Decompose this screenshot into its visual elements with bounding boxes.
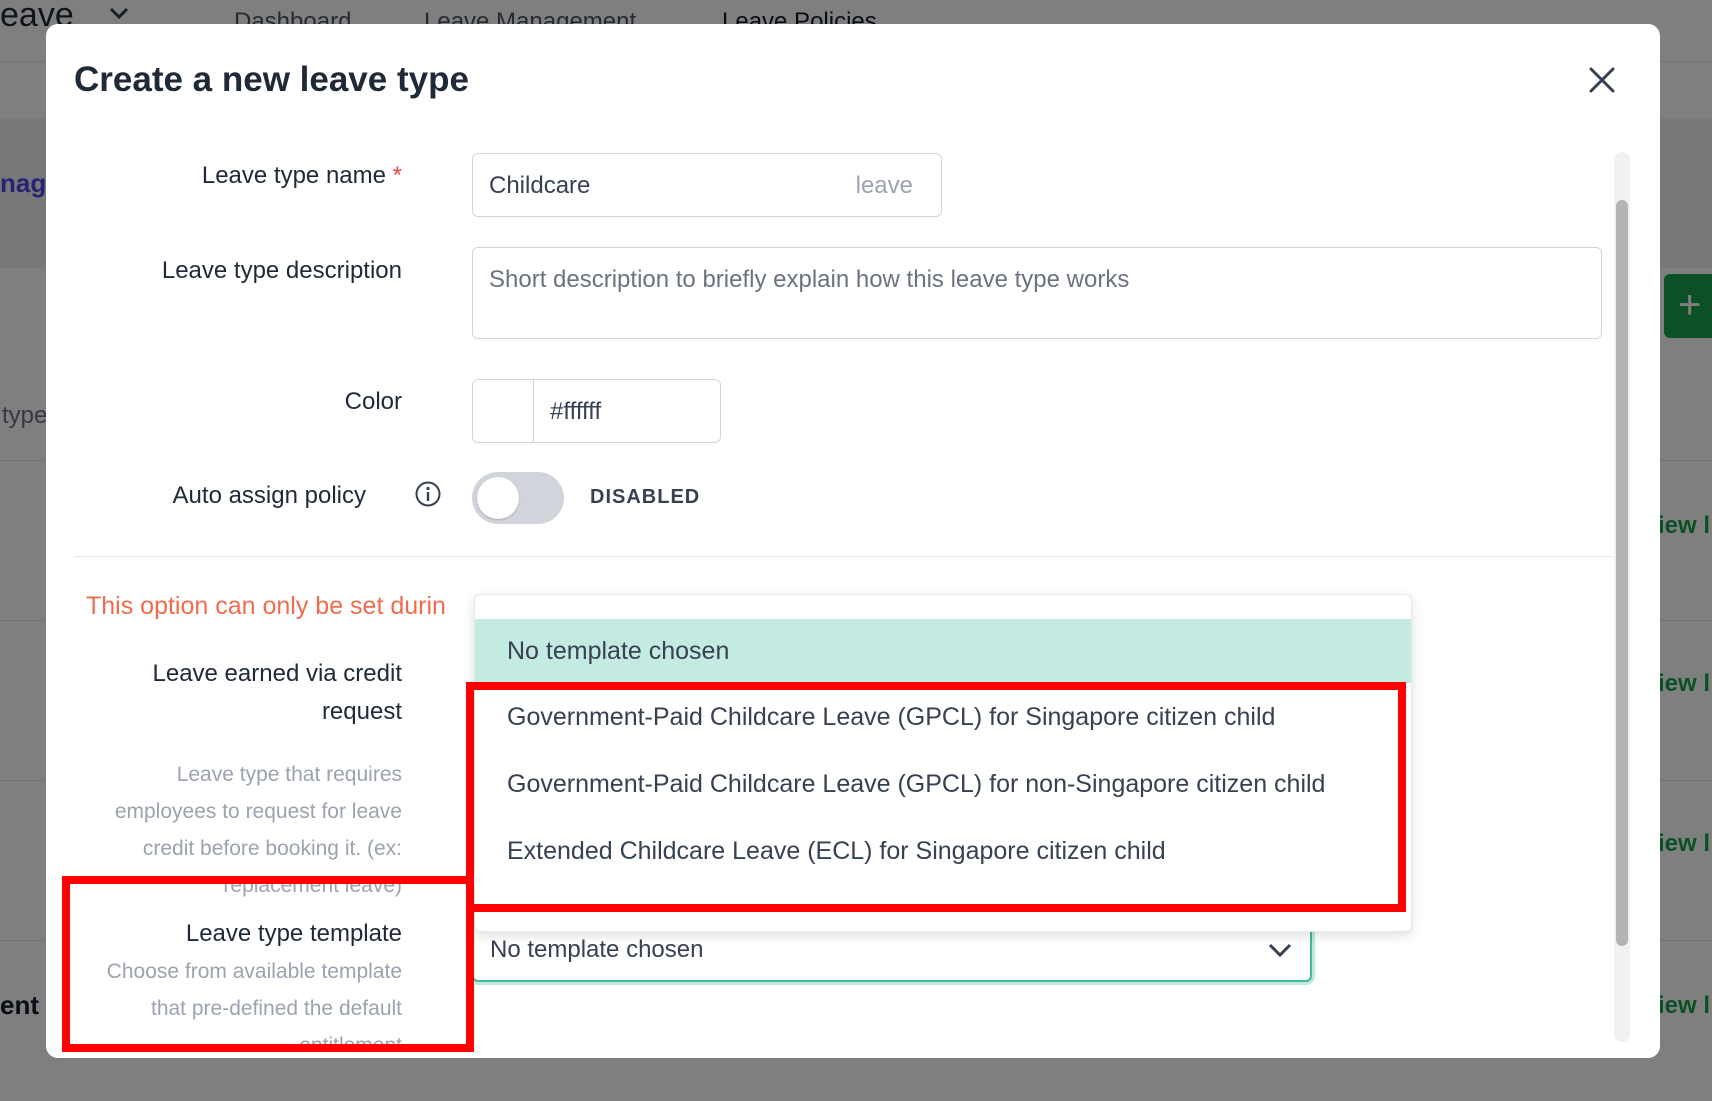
- template-label: Leave type template: [185, 920, 402, 947]
- info-icon[interactable]: [414, 480, 442, 508]
- template-hint: entitlement: [299, 1034, 402, 1057]
- template-option-gpcl-sg[interactable]: Government-Paid Childcare Leave (GPCL) f…: [475, 685, 1411, 749]
- credit-request-hint: replacement leave): [223, 874, 402, 897]
- leave-type-name-suffix: leave: [855, 172, 913, 199]
- auto-assign-status: DISABLED: [590, 486, 701, 508]
- color-swatch[interactable]: [472, 379, 534, 443]
- description-placeholder: Short description to briefly explain how…: [489, 266, 1130, 293]
- leave-type-description-label: Leave type description: [161, 257, 402, 284]
- credit-request-label: Leave earned via credit: [152, 660, 403, 687]
- credit-request-hint: Leave type that requires: [176, 763, 402, 786]
- scrollbar-thumb[interactable]: [1616, 200, 1628, 946]
- toggle-knob: [477, 477, 519, 519]
- auto-assign-label: Auto assign policy: [172, 482, 366, 509]
- section-divider: [74, 556, 1612, 557]
- credit-request-hint: credit before booking it. (ex:: [142, 837, 402, 860]
- auto-assign-toggle[interactable]: [472, 472, 564, 524]
- template-option-gpcl-non-sg[interactable]: Government-Paid Childcare Leave (GPCL) f…: [475, 752, 1411, 816]
- credit-request-hint: employees to request for leave: [114, 800, 402, 823]
- leave-type-name-value: Childcare: [489, 172, 591, 199]
- color-label: Color: [344, 388, 402, 415]
- template-option-none[interactable]: No template chosen: [475, 619, 1411, 683]
- close-icon[interactable]: [1582, 60, 1622, 100]
- template-hint: Choose from available template: [106, 960, 402, 983]
- leave-type-description-field[interactable]: Short description to briefly explain how…: [472, 247, 1602, 339]
- template-select-value: No template chosen: [490, 936, 704, 963]
- modal-title: Create a new leave type: [74, 60, 469, 99]
- required-mark: *: [392, 162, 402, 189]
- leave-type-name-label: Leave type name *: [201, 162, 402, 189]
- color-hex-value: #ffffff: [550, 398, 602, 425]
- credit-request-label-line2: request: [321, 698, 402, 725]
- template-hint: that pre-defined the default: [150, 997, 402, 1020]
- warning-text: This option can only be set durin: [86, 592, 446, 620]
- template-dropdown: No template chosen Government-Paid Child…: [474, 594, 1412, 932]
- color-hex-input[interactable]: #ffffff: [533, 379, 721, 443]
- chevron-down-icon: [1268, 943, 1292, 958]
- template-option-ecl-sg[interactable]: Extended Childcare Leave (ECL) for Singa…: [475, 819, 1411, 883]
- leave-type-name-input[interactable]: Childcare leave: [472, 153, 942, 217]
- create-leave-type-modal: Create a new leave type Leave type name …: [46, 24, 1660, 1058]
